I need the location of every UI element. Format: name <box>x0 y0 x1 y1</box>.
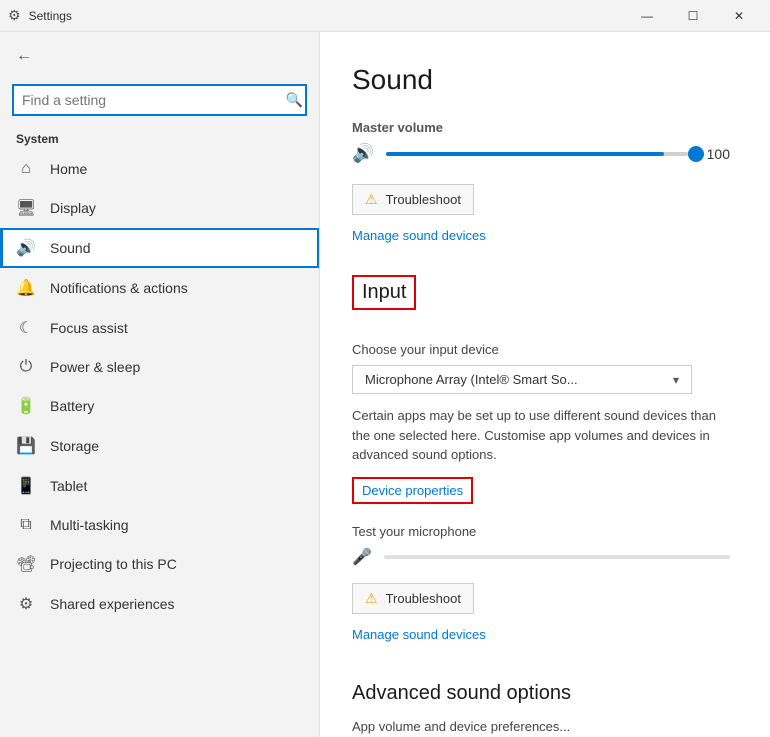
chevron-down-icon: ▾ <box>673 373 679 387</box>
tablet-icon: 📱 <box>16 476 36 496</box>
main-content: Sound Master volume 🔊 100 ⚠ Troubleshoot… <box>320 32 770 737</box>
volume-icon: 🔊 <box>352 143 374 164</box>
mic-icon: 🎤 <box>352 547 372 567</box>
volume-slider[interactable] <box>386 152 688 156</box>
notifications-icon: 🔔 <box>16 278 36 298</box>
close-button[interactable]: ✕ <box>716 0 762 32</box>
dropdown-value: Microphone Array (Intel® Smart So... <box>365 372 578 387</box>
sidebar-item-label: Notifications & actions <box>50 280 188 296</box>
mic-track <box>384 555 730 559</box>
choose-label: Choose your input device <box>352 342 730 357</box>
sidebar-item-label: Power & sleep <box>50 359 140 375</box>
warn-icon-1: ⚠ <box>365 191 378 208</box>
input-device-dropdown[interactable]: Microphone Array (Intel® Smart So... ▾ <box>352 365 692 394</box>
advanced-sub-label: App volume and device preferences... <box>352 717 730 737</box>
title-bar: ⚙ Settings — ☐ ✕ <box>0 0 770 32</box>
troubleshoot-label-1: Troubleshoot <box>386 192 461 207</box>
troubleshoot-button-2[interactable]: ⚠ Troubleshoot <box>352 583 474 614</box>
search-box: 🔍 <box>12 84 307 116</box>
sidebar-item-tablet[interactable]: 📱 Tablet <box>0 466 319 506</box>
back-button[interactable]: ← <box>0 32 319 80</box>
sound-icon: 🔊 <box>16 238 36 258</box>
section-label: System <box>0 124 319 150</box>
sidebar-item-notifications[interactable]: 🔔 Notifications & actions <box>0 268 319 308</box>
page-title: Sound <box>352 64 730 96</box>
slider-track <box>386 152 688 156</box>
sidebar-item-label: Projecting to this PC <box>50 556 177 572</box>
sidebar-item-focus[interactable]: ☾ Focus assist <box>0 308 319 348</box>
volume-row: 🔊 100 <box>352 143 730 164</box>
sidebar-item-projecting[interactable]: 📽 Projecting to this PC <box>0 544 319 584</box>
display-icon: 🖥 <box>16 198 36 218</box>
maximize-button[interactable]: ☐ <box>670 0 716 32</box>
volume-label: Master volume <box>352 120 730 135</box>
mic-test-label: Test your microphone <box>352 524 730 539</box>
manage-sound-link-1[interactable]: Manage sound devices <box>352 228 486 243</box>
input-section-title: Input <box>352 275 416 310</box>
window-title: Settings <box>29 9 624 23</box>
battery-icon: 🔋 <box>16 396 36 416</box>
sidebar-item-label: Battery <box>50 398 94 414</box>
advanced-section: Advanced sound options App volume and de… <box>352 682 730 737</box>
slider-fill <box>386 152 663 156</box>
sidebar-item-storage[interactable]: 💾 Storage <box>0 426 319 466</box>
warn-icon-2: ⚠ <box>365 590 378 607</box>
window-controls: — ☐ ✕ <box>624 0 762 32</box>
sidebar-item-shared[interactable]: ⚙ Shared experiences <box>0 584 319 624</box>
volume-section: Master volume 🔊 100 <box>352 120 730 164</box>
back-arrow-icon: ← <box>16 47 32 65</box>
sidebar-item-label: Focus assist <box>50 320 128 336</box>
sidebar-item-sound[interactable]: 🔊 Sound <box>0 228 319 268</box>
sidebar-item-label: Home <box>50 161 87 177</box>
info-text: Certain apps may be set up to use differ… <box>352 406 730 465</box>
sidebar: ← 🔍 System ⌂ Home 🖥 Display 🔊 Sound 🔔 No… <box>0 32 320 737</box>
sidebar-item-home[interactable]: ⌂ Home <box>0 150 319 188</box>
sidebar-item-label: Tablet <box>50 478 87 494</box>
shared-icon: ⚙ <box>16 594 36 614</box>
device-properties-link[interactable]: Device properties <box>352 477 473 504</box>
power-icon: ⏻ <box>16 358 36 376</box>
volume-value: 100 <box>700 146 730 162</box>
sidebar-item-display[interactable]: 🖥 Display <box>0 188 319 228</box>
input-section: Input Choose your input device Microphon… <box>352 275 730 567</box>
sidebar-item-label: Storage <box>50 438 99 454</box>
storage-icon: 💾 <box>16 436 36 456</box>
sidebar-item-label: Shared experiences <box>50 596 175 612</box>
troubleshoot-label-2: Troubleshoot <box>386 591 461 606</box>
sidebar-item-power[interactable]: ⏻ Power & sleep <box>0 348 319 386</box>
sidebar-item-multitask[interactable]: ⧉ Multi-tasking <box>0 506 319 544</box>
sidebar-item-label: Sound <box>50 240 90 256</box>
app-container: ← 🔍 System ⌂ Home 🖥 Display 🔊 Sound 🔔 No… <box>0 32 770 737</box>
search-button[interactable]: 🔍 <box>286 92 303 109</box>
manage-sound-link-2[interactable]: Manage sound devices <box>352 627 486 642</box>
multitask-icon: ⧉ <box>16 516 36 534</box>
slider-thumb <box>688 146 704 162</box>
search-input[interactable] <box>12 84 307 116</box>
sidebar-item-label: Multi-tasking <box>50 517 129 533</box>
minimize-button[interactable]: — <box>624 0 670 32</box>
home-icon: ⌂ <box>16 160 36 178</box>
troubleshoot-button-1[interactable]: ⚠ Troubleshoot <box>352 184 474 215</box>
mic-row: 🎤 <box>352 547 730 567</box>
choose-device-section: Choose your input device Microphone Arra… <box>352 342 730 394</box>
focus-icon: ☾ <box>16 318 36 338</box>
sidebar-item-label: Display <box>50 200 96 216</box>
projecting-icon: 📽 <box>16 554 36 574</box>
sidebar-item-battery[interactable]: 🔋 Battery <box>0 386 319 426</box>
settings-icon: ⚙ <box>8 7 21 24</box>
advanced-title: Advanced sound options <box>352 682 730 705</box>
